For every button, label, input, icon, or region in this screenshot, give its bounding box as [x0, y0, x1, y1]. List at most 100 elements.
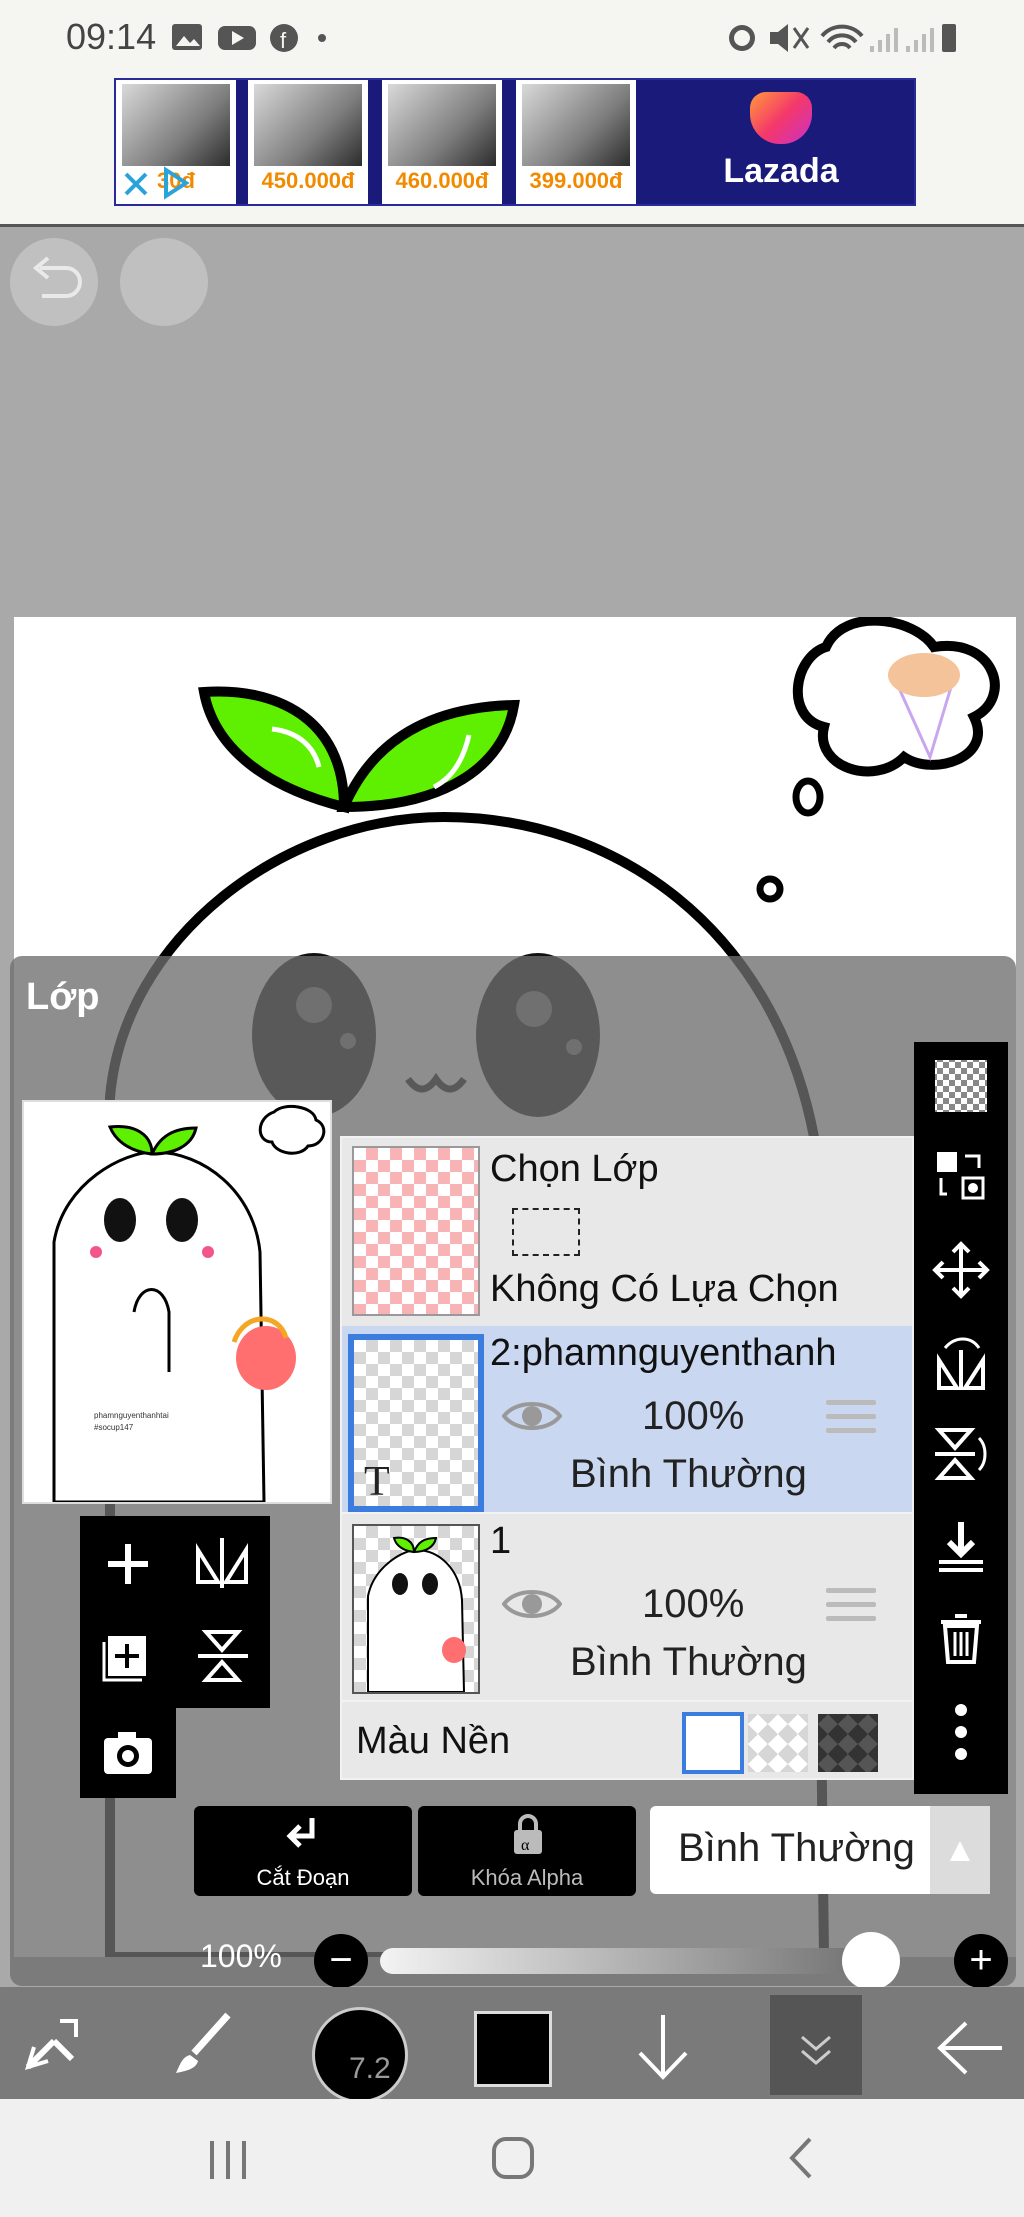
duplicate-icon: [102, 1636, 146, 1682]
layer-blend-mode: Bình Thường: [570, 1640, 807, 1684]
layer-thumb: [352, 1524, 480, 1694]
visibility-eye-icon[interactable]: [502, 1584, 562, 1620]
status-time: 09:14: [66, 16, 157, 57]
status-bar: 09:14 f: [0, 0, 1024, 74]
lazada-logo[interactable]: Lazada: [648, 80, 914, 204]
flip-vertical-icon: [198, 1630, 248, 1682]
visibility-eye-icon[interactable]: [502, 1396, 562, 1432]
opacity-decrease-button[interactable]: −: [314, 1934, 368, 1988]
blend-mode-select[interactable]: Bình Thường ▲: [650, 1806, 990, 1894]
notification-icons: f: [172, 24, 326, 53]
clip-arrow-icon: [286, 1818, 315, 1848]
background-label: Màu Nền: [356, 1720, 511, 1762]
undo-icon: [32, 256, 82, 298]
flip-horizontal-icon: [196, 1538, 248, 1588]
ad-banner[interactable]: 30đ 450.000đ 460.000đ 399.000đ Lazada: [114, 78, 916, 206]
color-swatch-button[interactable]: [474, 2011, 552, 2087]
back-icon[interactable]: [780, 2133, 820, 2183]
panel-title: Lớp: [26, 976, 100, 1018]
camera-button[interactable]: [88, 1716, 168, 1798]
dropdown-arrow-icon: ▲: [930, 1806, 990, 1894]
layers-list: Chọn Lớp Không Có Lựa Chọn T 2:phamnguye…: [340, 1136, 914, 1780]
plus-icon: [108, 1544, 148, 1584]
layer-menu-button[interactable]: [770, 1995, 862, 2095]
alpha-lock-button[interactable]: α Khóa Alpha: [418, 1806, 636, 1896]
layer-blend-mode: Bình Thường: [570, 1452, 807, 1496]
selection-marquee-icon: [512, 1208, 580, 1256]
flip-vertical-icon: [934, 1428, 987, 1480]
alpha-lock-label: Khóa Alpha: [470, 1865, 584, 1890]
bottom-toolbar: 7.2: [0, 1987, 1024, 2103]
arrow-down-icon[interactable]: [628, 2007, 698, 2087]
checker-icon: [935, 1060, 987, 1112]
layer-row[interactable]: 1 100% Bình Thường: [342, 1512, 912, 1700]
transform-tool-icon[interactable]: [20, 2011, 90, 2077]
system-status-icons: [729, 24, 956, 52]
bg-transparent-swatch[interactable]: [748, 1714, 808, 1772]
selection-status: Không Có Lựa Chọn: [490, 1268, 839, 1310]
flip-layer-button[interactable]: [184, 1528, 264, 1610]
recent-apps-icon[interactable]: [206, 2135, 254, 2185]
ad-banner-area: 30đ 450.000đ 460.000đ 399.000đ Lazada: [0, 74, 1024, 227]
home-icon[interactable]: [488, 2133, 538, 2183]
delete-layer-button[interactable]: [914, 1608, 1008, 1679]
flip-vertical-button[interactable]: [184, 1620, 264, 1702]
layer-thumb: T: [348, 1334, 484, 1512]
svg-text:f: f: [280, 28, 287, 53]
canvas-preview[interactable]: phamnguyenthanhtai #socup147: [22, 1100, 332, 1504]
system-nav-bar: [0, 2099, 1024, 2217]
layer-name: 1: [490, 1520, 512, 1562]
swap-layer-button[interactable]: [914, 1146, 1008, 1217]
ad-close-icon[interactable]: [120, 166, 190, 200]
add-layer-button[interactable]: [88, 1528, 168, 1610]
layer-name: 2:phamnguyenthanh: [490, 1332, 837, 1374]
opacity-slider[interactable]: [380, 1932, 900, 1990]
layer-tools-toolbar: [914, 1042, 1008, 1794]
drag-handle-icon[interactable]: [826, 1588, 876, 1630]
lock-icon: α: [514, 1814, 542, 1854]
background-color-row: Màu Nền: [342, 1700, 912, 1778]
brush-size-button[interactable]: 7.2: [312, 2007, 408, 2103]
opacity-label: 100%: [200, 1938, 282, 1974]
merge-down-icon: [939, 1522, 983, 1572]
double-chevron-down-icon: [801, 2035, 831, 2065]
trash-icon: [941, 1614, 981, 1664]
opacity-increase-button[interactable]: +: [954, 1934, 1008, 1988]
preview-artwork: phamnguyenthanhtai #socup147: [52, 1104, 326, 1502]
redo-button[interactable]: [120, 238, 208, 326]
layer-panel: Lớp phamnguyenthanhtai #socup147 Chọn Lớ…: [10, 956, 1016, 1990]
ad-product-2[interactable]: 450.000đ: [248, 80, 368, 204]
back-arrow-icon[interactable]: [930, 2013, 1010, 2083]
drag-handle-icon[interactable]: [826, 1400, 876, 1442]
selection-layer-row[interactable]: Chọn Lớp Không Có Lựa Chọn: [342, 1138, 912, 1326]
flip-vertical-button[interactable]: [914, 1424, 1008, 1495]
brush-tool-icon[interactable]: [168, 2009, 238, 2079]
layer-row-selected[interactable]: T 2:phamnguyenthanh 100% Bình Thường: [342, 1326, 912, 1512]
flip-horizontal-icon: [937, 1337, 985, 1390]
svg-text:α: α: [521, 1837, 530, 1854]
undo-button[interactable]: [10, 238, 98, 326]
swap-icon: [937, 1152, 985, 1200]
more-vertical-icon: [955, 1704, 967, 1760]
ad-product-3[interactable]: 460.000đ: [382, 80, 502, 204]
camera-icon: [104, 1732, 152, 1774]
layer-thumb-artwork: [367, 1536, 466, 1692]
merge-down-button[interactable]: [914, 1516, 1008, 1587]
svg-text:#socup147: #socup147: [94, 1423, 134, 1432]
move-icon: [932, 1241, 990, 1299]
bg-dark-swatch[interactable]: [818, 1714, 878, 1772]
move-layer-button[interactable]: [914, 1240, 1008, 1311]
selection-layer-name: Chọn Lớp: [490, 1148, 659, 1190]
duplicate-layer-button[interactable]: [88, 1620, 168, 1702]
lazada-heart-icon: [750, 92, 812, 144]
brush-size-value: 7.2: [349, 2052, 391, 2085]
flip-rotate-button[interactable]: [914, 1332, 1008, 1403]
more-options-button[interactable]: [914, 1698, 1008, 1779]
selection-layer-thumb: [352, 1146, 480, 1316]
clipping-button[interactable]: Cắt Đoạn: [194, 1806, 412, 1896]
opacity-slider-knob[interactable]: [842, 1932, 900, 1990]
text-layer-badge: T: [364, 1459, 390, 1505]
bg-white-swatch[interactable]: [682, 1712, 744, 1774]
transparent-fill-button[interactable]: [914, 1056, 1008, 1127]
ad-product-4[interactable]: 399.000đ: [516, 80, 636, 204]
